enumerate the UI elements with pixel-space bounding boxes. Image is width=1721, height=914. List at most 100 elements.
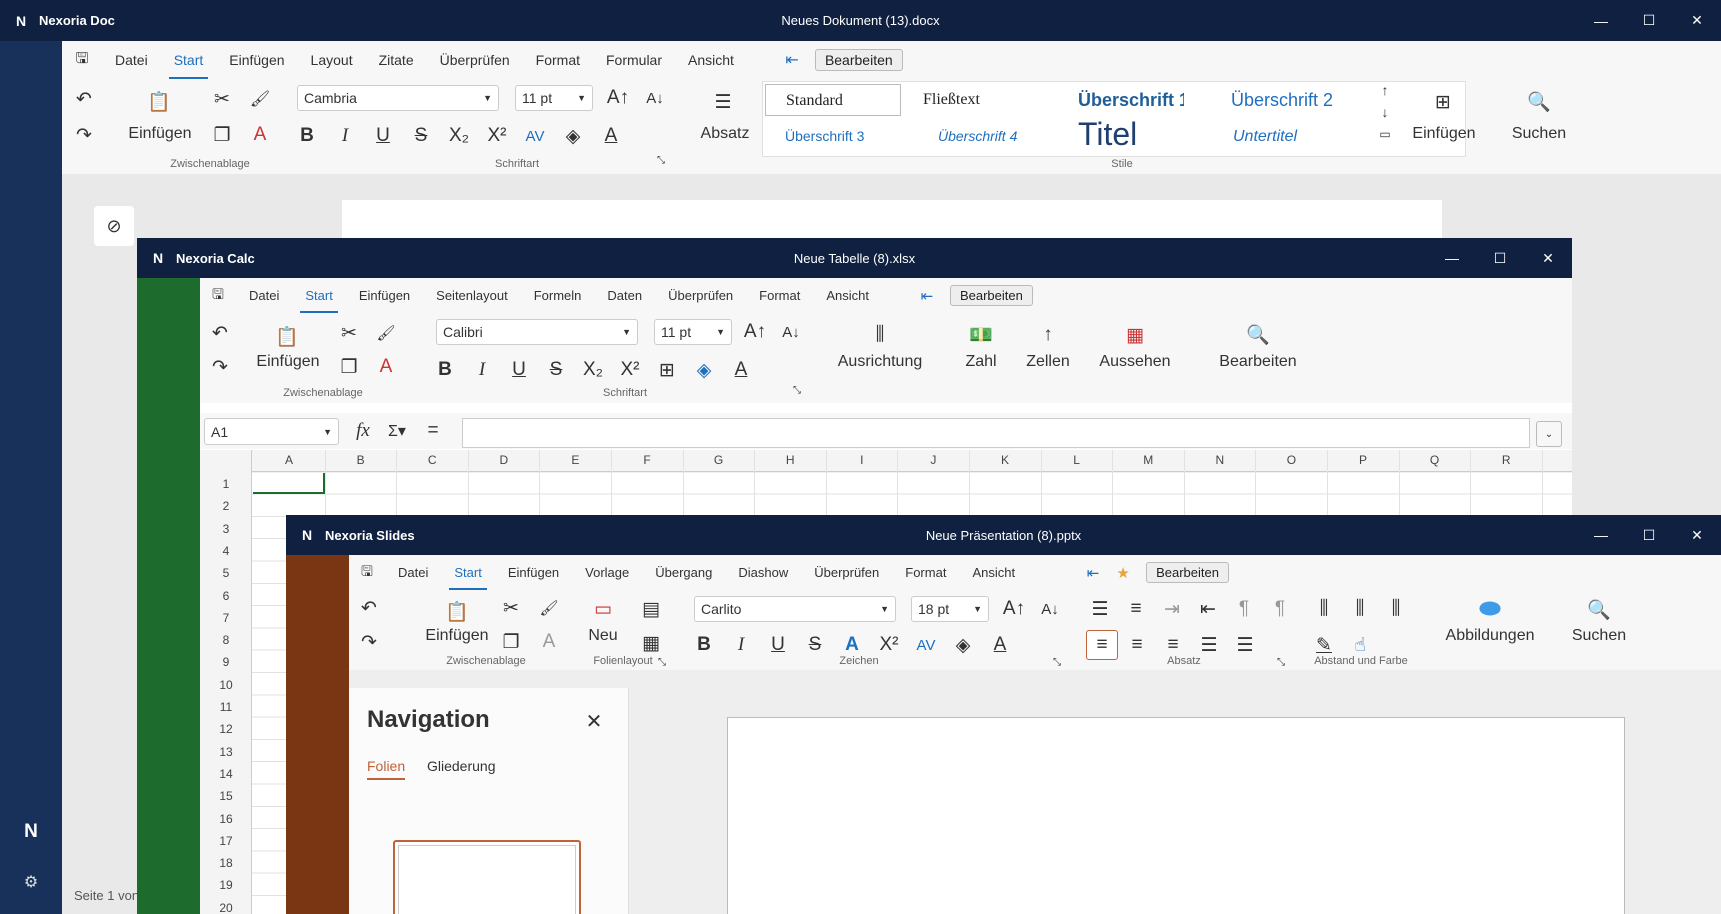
save-icon[interactable]: 🖫 (349, 561, 385, 585)
column-header-cell[interactable]: Q (1399, 453, 1471, 467)
maximize-icon[interactable]: ☐ (1625, 0, 1673, 41)
copy-icon[interactable]: ❐ (337, 355, 361, 379)
row-header-cell[interactable]: 19 (200, 878, 252, 892)
menu-diashow[interactable]: Diashow (725, 555, 801, 590)
equals-icon[interactable]: = (420, 418, 446, 444)
line-spacing-icon[interactable]: ☰ (1232, 632, 1258, 658)
menu-datei[interactable]: Datei (102, 41, 161, 79)
style-heading-3[interactable]: Überschrift 3 (785, 128, 864, 144)
ltr-icon[interactable]: ¶ (1231, 596, 1257, 622)
shrink-font-icon[interactable]: A↓ (778, 319, 804, 345)
outdent-icon[interactable]: ⇤ (1195, 596, 1221, 622)
font-color-icon[interactable]: A (728, 357, 754, 383)
row-header-cell[interactable]: 5 (200, 566, 252, 580)
styles-scroll-up-icon[interactable]: ↑ (1377, 81, 1393, 99)
dialog-launcher-icon[interactable]: ⤡ (790, 383, 804, 397)
menu-start[interactable]: Start (161, 41, 217, 79)
slide-page[interactable] (727, 717, 1625, 914)
row-header-cell[interactable]: 15 (200, 789, 252, 803)
row-header-cell[interactable]: 8 (200, 633, 252, 647)
paragraph-label[interactable]: Absatz (690, 125, 760, 143)
close-icon[interactable]: ✕ (1673, 515, 1721, 555)
shrink-font-icon[interactable]: A↓ (642, 85, 668, 111)
nav-close-icon[interactable]: ✕ (581, 708, 607, 734)
menu-vorlage[interactable]: Vorlage (572, 555, 642, 590)
bold-icon[interactable]: B (691, 632, 717, 658)
style-heading-4[interactable]: Überschrift 4 (938, 128, 1017, 144)
expand-formula-icon[interactable]: ⌄ (1536, 421, 1562, 447)
edit-button[interactable]: Bearbeiten (1206, 353, 1310, 371)
superscript-icon[interactable]: X² (484, 123, 510, 149)
undo-icon[interactable]: ↶ (72, 87, 96, 111)
autosum-icon[interactable]: Σ▾ (380, 418, 414, 444)
menu-datei[interactable]: Datei (385, 555, 441, 590)
grow-font-icon[interactable]: A↑ (1001, 596, 1027, 622)
font-size-select[interactable]: 11 pt ▼ (654, 319, 732, 345)
collapse-ribbon-icon[interactable]: ⇤ (777, 50, 807, 70)
search-icon[interactable]: 🔍 (1524, 87, 1554, 117)
menu-format[interactable]: Format (523, 41, 593, 79)
menu-einfuegen[interactable]: Einfügen (216, 41, 297, 79)
align-top-icon[interactable]: ⫼ (1311, 596, 1337, 622)
menu-formeln[interactable]: Formeln (521, 278, 595, 313)
row-header-cell[interactable]: 17 (200, 834, 252, 848)
underline-icon[interactable]: U (506, 357, 532, 383)
menu-start[interactable]: Start (292, 278, 345, 313)
column-header-cell[interactable]: M (1112, 453, 1184, 467)
clear-format-icon[interactable]: A (374, 355, 398, 379)
row-header-cell[interactable]: 16 (200, 812, 252, 826)
menu-zitate[interactable]: Zitate (366, 41, 427, 79)
brand-icon[interactable]: N (18, 819, 44, 845)
row-header-cell[interactable]: 4 (200, 544, 252, 558)
number-format-icon[interactable]: 💵 (967, 321, 995, 349)
menu-seitenlayout[interactable]: Seitenlayout (423, 278, 521, 313)
cells-icon[interactable]: ↑ (1034, 321, 1062, 349)
minimize-icon[interactable]: — (1577, 0, 1625, 41)
indent-icon[interactable]: ⇥ (1159, 596, 1185, 622)
bold-icon[interactable]: B (432, 357, 458, 383)
menu-ansicht[interactable]: Ansicht (959, 555, 1028, 590)
row-header-cell[interactable]: 3 (200, 522, 252, 536)
column-header-cell[interactable]: H (754, 453, 826, 467)
underline-icon[interactable]: U (370, 123, 396, 149)
column-header-cell[interactable]: K (969, 453, 1041, 467)
grow-font-icon[interactable]: A↑ (742, 319, 768, 345)
style-heading-2[interactable]: Überschrift 2 (1231, 90, 1333, 111)
column-header-cell[interactable]: B (325, 453, 397, 467)
nav-tab-gliederung[interactable]: Gliederung (427, 758, 496, 774)
font-color-icon[interactable]: A (598, 123, 624, 149)
table-insert-icon[interactable]: ⊞ (1428, 87, 1458, 117)
settings-gear-icon[interactable]: ⚙ (18, 869, 44, 895)
subscript-icon[interactable]: X₂ (446, 123, 472, 149)
borders-icon[interactable]: ⊞ (654, 357, 680, 383)
italic-icon[interactable]: I (469, 357, 495, 383)
italic-icon[interactable]: I (332, 123, 358, 149)
cut-icon[interactable]: ✂ (210, 87, 234, 111)
figures-label[interactable]: Abbildungen (1431, 627, 1549, 645)
align-center-icon[interactable]: ≡ (1124, 632, 1150, 658)
edit-mode-button[interactable]: Bearbeiten (1146, 562, 1229, 583)
grow-font-icon[interactable]: A↑ (605, 85, 631, 111)
style-fliesstext[interactable]: Fließtext (923, 91, 980, 109)
font-size-select[interactable]: 11 pt ▼ (515, 85, 593, 111)
menu-ansicht[interactable]: Ansicht (813, 278, 882, 313)
menu-start[interactable]: Start (441, 555, 494, 590)
font-color-icon[interactable]: A (987, 632, 1013, 658)
dialog-launcher-icon[interactable]: ⤡ (1274, 655, 1288, 669)
column-header-cell[interactable]: P (1327, 453, 1399, 467)
column-header-cell[interactable]: O (1255, 453, 1327, 467)
new-slide-icon[interactable]: ▭ (589, 596, 617, 622)
menu-formular[interactable]: Formular (593, 41, 675, 79)
edit-mode-button[interactable]: Bearbeiten (814, 49, 903, 71)
collapse-ribbon-icon[interactable]: ⇤ (1078, 564, 1108, 582)
menu-ueberpruefen[interactable]: Überprüfen (801, 555, 892, 590)
rtl-icon[interactable]: ¶ (1267, 596, 1293, 622)
column-header-cell[interactable]: L (1041, 453, 1113, 467)
bullets-icon[interactable]: ☰ (1087, 596, 1113, 622)
char-spacing-icon[interactable]: AV (913, 632, 939, 658)
dialog-launcher-icon[interactable]: ⤡ (654, 153, 668, 167)
formula-input[interactable] (462, 418, 1530, 448)
row-header-cell[interactable]: 20 (200, 901, 252, 914)
menu-daten[interactable]: Daten (594, 278, 655, 313)
search-icon[interactable]: 🔍 (1244, 321, 1272, 349)
